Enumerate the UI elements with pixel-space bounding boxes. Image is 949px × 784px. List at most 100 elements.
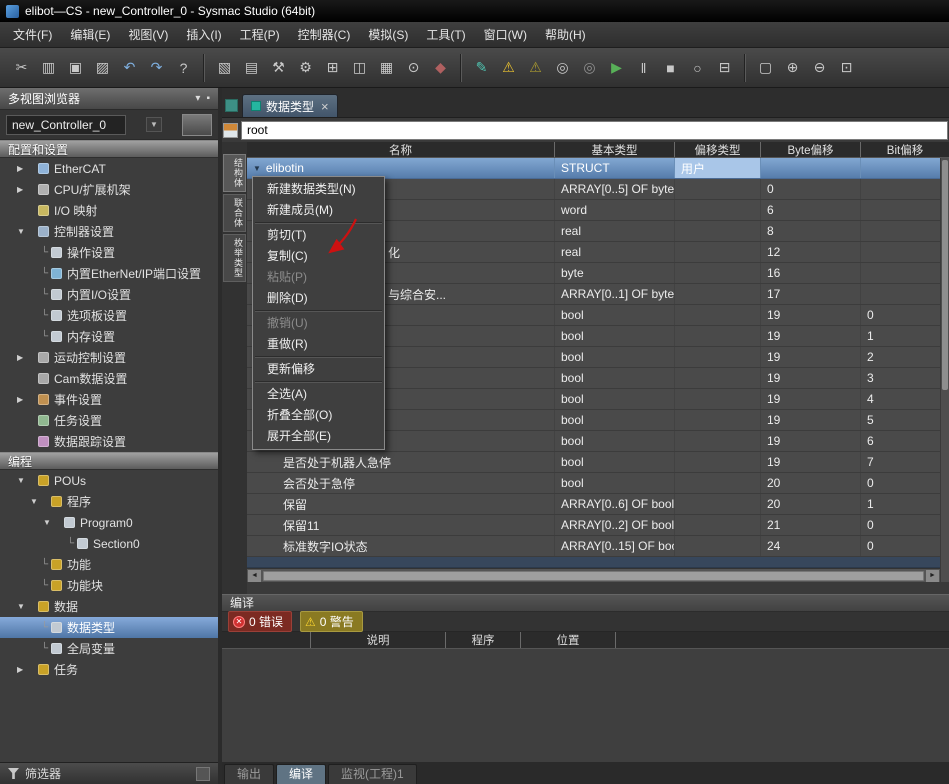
type-cell[interactable]: bool [554, 452, 674, 472]
context-menu-item[interactable]: 全选(A) [253, 384, 384, 405]
byte-offset-cell[interactable]: 19 [760, 389, 860, 409]
context-menu-item[interactable]: 新建成员(M) [253, 200, 384, 221]
redo-icon[interactable]: ↷ [144, 54, 169, 81]
offset-type-cell[interactable]: 用户 [674, 158, 760, 178]
byte-offset-cell[interactable]: 20 [760, 473, 860, 493]
menu-item[interactable]: 视图(V) [119, 23, 177, 46]
context-menu-item[interactable]: 新建数据类型(N) [253, 179, 384, 200]
offset-type-cell[interactable] [674, 179, 760, 199]
bottom-tab[interactable]: 编译 [276, 764, 326, 784]
run-icon[interactable]: ▶ [604, 54, 629, 81]
sidebar-item[interactable]: Cam数据设置 [0, 368, 218, 389]
chevron-down-icon[interactable]: ▾ [195, 93, 200, 104]
offset-type-cell[interactable] [674, 305, 760, 325]
expand-arrow-icon[interactable]: ▶ [17, 395, 28, 404]
byte-offset-cell[interactable]: 24 [760, 536, 860, 556]
table-row[interactable]: 保留11ARRAY[0..2] OF bool210 [247, 515, 949, 536]
bottom-tab[interactable]: 输出 [224, 764, 274, 784]
offset-type-cell[interactable] [674, 536, 760, 556]
monitor-icon[interactable]: ◎ [550, 54, 575, 81]
context-menu-item[interactable]: 删除(D) [253, 288, 384, 309]
dropdown-arrow-icon[interactable]: ▼ [146, 117, 162, 132]
sidebar-item[interactable]: └数据类型 [0, 617, 218, 638]
bit-offset-cell[interactable] [860, 242, 949, 262]
category-tab[interactable]: 结构体 [223, 154, 246, 192]
byte-offset-cell[interactable] [760, 158, 860, 178]
name-cell[interactable]: 保留11 [247, 515, 554, 535]
name-cell[interactable]: 保留 [247, 494, 554, 514]
filter-bar[interactable]: 筛选器 [0, 762, 218, 784]
byte-offset-cell[interactable]: 21 [760, 515, 860, 535]
type-cell[interactable]: ARRAY[0..6] OF bool [554, 494, 674, 514]
table-view-icon[interactable]: ◫ [347, 54, 372, 81]
menu-item[interactable]: 模拟(S) [359, 23, 417, 46]
sidebar-item[interactable]: └操作设置 [0, 242, 218, 263]
sidebar-item[interactable]: └全局变量 [0, 638, 218, 659]
bit-offset-cell[interactable] [860, 158, 949, 178]
pause-icon[interactable]: ‖ [631, 54, 656, 81]
bit-offset-cell[interactable]: 0 [860, 305, 949, 325]
menu-item[interactable]: 控制器(C) [289, 23, 360, 46]
cut-icon[interactable]: ✂ [9, 54, 34, 81]
bit-offset-cell[interactable] [860, 284, 949, 304]
menu-item[interactable]: 文件(F) [4, 23, 61, 46]
context-menu-item[interactable]: 撤销(U) [253, 313, 384, 334]
type-cell[interactable]: STRUCT [554, 158, 674, 178]
bit-offset-cell[interactable]: 1 [860, 494, 949, 514]
byte-offset-cell[interactable]: 19 [760, 368, 860, 388]
sidebar-item[interactable]: 数据跟踪设置 [0, 431, 218, 452]
search-icon[interactable]: ⊙ [401, 54, 426, 81]
expand-arrow-icon[interactable]: ▶ [17, 665, 28, 674]
table-row[interactable]: 保留ARRAY[0..6] OF bool201 [247, 494, 949, 515]
sidebar-item[interactable]: 任务设置 [0, 410, 218, 431]
category-tab[interactable]: 枚举类型 [223, 234, 246, 282]
context-menu-item[interactable]: 更新偏移 [253, 359, 384, 380]
offset-type-cell[interactable] [674, 410, 760, 430]
bit-offset-cell[interactable]: 1 [860, 326, 949, 346]
step-icon[interactable]: ⊟ [712, 54, 737, 81]
context-menu-item[interactable]: 粘贴(P) [253, 267, 384, 288]
scrollbar-thumb[interactable] [942, 160, 948, 390]
controller-selector[interactable]: new_Controller_0 [6, 115, 126, 135]
byte-offset-cell[interactable]: 19 [760, 305, 860, 325]
menu-item[interactable]: 窗口(W) [475, 23, 536, 46]
menu-item[interactable]: 插入(I) [177, 23, 230, 46]
bit-offset-cell[interactable]: 4 [860, 389, 949, 409]
sidebar-item[interactable]: ▼Program0 [0, 512, 218, 533]
byte-offset-cell[interactable]: 17 [760, 284, 860, 304]
type-cell[interactable]: bool [554, 410, 674, 430]
menu-item[interactable]: 帮助(H) [536, 23, 595, 46]
menu-item[interactable]: 工具(T) [417, 23, 474, 46]
type-cell[interactable]: bool [554, 368, 674, 388]
sidebar-item[interactable]: └内存设置 [0, 326, 218, 347]
select-frame-icon[interactable]: ▢ [753, 54, 778, 81]
type-cell[interactable]: bool [554, 347, 674, 367]
build-icon[interactable]: ⚒ [266, 54, 291, 81]
expand-arrow-icon[interactable]: ▼ [253, 164, 261, 173]
sidebar-item[interactable]: └选项板设置 [0, 305, 218, 326]
scroll-left-icon[interactable]: ◄ [248, 570, 261, 582]
expand-arrow-icon[interactable]: ▼ [17, 476, 28, 485]
type-cell[interactable]: bool [554, 305, 674, 325]
context-menu-item[interactable]: 重做(R) [253, 334, 384, 355]
sidebar-item[interactable]: └功能块 [0, 575, 218, 596]
offset-type-cell[interactable] [674, 347, 760, 367]
tab-data-types[interactable]: 数据类型 × [242, 94, 338, 117]
sidebar-item[interactable]: ▶EtherCAT [0, 158, 218, 179]
offset-type-cell[interactable] [674, 515, 760, 535]
sidebar-item[interactable]: ▶CPU/扩展机架 [0, 179, 218, 200]
sidebar-item[interactable]: ▶任务 [0, 659, 218, 680]
rebuild-icon[interactable]: ⚙ [293, 54, 318, 81]
byte-offset-cell[interactable]: 19 [760, 326, 860, 346]
menu-item[interactable]: 编辑(E) [61, 23, 119, 46]
sidebar-item[interactable]: └内置I/O设置 [0, 284, 218, 305]
bottom-tab[interactable]: 监视(工程)1 [328, 764, 417, 784]
name-cell[interactable]: 标准数字IO状态 [247, 536, 554, 556]
name-cell[interactable]: 会否处于急停 [247, 473, 554, 493]
sidebar-item[interactable]: ▼数据 [0, 596, 218, 617]
sidebar-item[interactable]: ▼POUs [0, 470, 218, 491]
recheck-warning-icon[interactable]: ⚠ [523, 54, 548, 81]
zoom-out-icon[interactable]: ⊖ [807, 54, 832, 81]
zoom-in-icon[interactable]: ⊕ [780, 54, 805, 81]
offset-type-cell[interactable] [674, 473, 760, 493]
